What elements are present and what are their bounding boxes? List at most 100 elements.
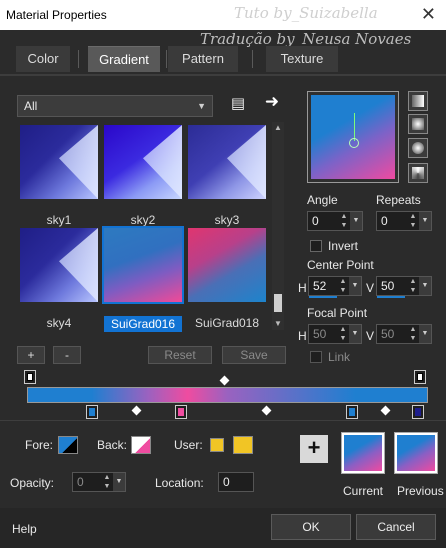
color-stop[interactable] <box>346 405 358 419</box>
style-sunburst-button[interactable] <box>408 163 428 183</box>
current-label: Current <box>343 484 384 498</box>
gradient-thumbnail <box>20 125 98 199</box>
link-checkbox[interactable] <box>310 351 322 363</box>
chevron-down-icon[interactable]: ▼ <box>419 325 431 343</box>
style-radial-button[interactable] <box>408 138 428 158</box>
category-select[interactable]: All ▼ <box>17 95 213 117</box>
tab-pattern[interactable]: Pattern <box>168 46 238 72</box>
gradient-thumbnail <box>104 228 182 302</box>
color-midpoint[interactable] <box>261 405 272 416</box>
opacity-stop[interactable] <box>24 370 36 384</box>
center-v-value: 50 <box>381 279 395 293</box>
color-stop[interactable] <box>175 405 187 419</box>
tab-divider <box>252 50 253 68</box>
gradient-label: SuiGrad016 <box>104 316 182 332</box>
focal-v-spinner[interactable]: ▲ ▼ <box>407 325 419 343</box>
gradient-swatch-sky4[interactable]: sky4 <box>20 228 98 330</box>
color-stop[interactable] <box>412 405 424 419</box>
scroll-up-icon[interactable]: ▲ <box>272 122 284 134</box>
center-h-spinner[interactable]: ▲ ▼ <box>337 277 349 295</box>
style-linear-button[interactable] <box>408 91 428 111</box>
focal-point-label: Focal Point <box>307 306 368 320</box>
angle-value: 0 <box>312 214 319 228</box>
arrow-right-icon[interactable]: ➜ <box>262 92 282 112</box>
tab-divider <box>166 50 167 68</box>
opacity-label: Opacity: <box>10 476 55 490</box>
chevron-down-icon[interactable]: ▼ <box>419 212 431 230</box>
gradient-thumbnail <box>188 228 266 302</box>
remove-gradient-button[interactable]: - <box>53 346 81 364</box>
gradient-thumbnail <box>20 228 98 302</box>
window-title: Material Properties <box>6 8 107 22</box>
color-midpoint[interactable] <box>380 405 391 416</box>
current-gradient <box>344 435 382 471</box>
focal-v-field[interactable]: 50 ▲ ▼ ▼ <box>376 324 432 344</box>
scroll-down-icon[interactable]: ▼ <box>272 318 284 330</box>
tab-gradient[interactable]: Gradient <box>88 46 160 72</box>
center-h-field[interactable]: 52 ▲ ▼ ▼ <box>308 276 362 298</box>
user-swatch[interactable] <box>233 436 253 454</box>
focal-h-spinner[interactable]: ▲ ▼ <box>337 325 349 343</box>
chevron-down-icon[interactable]: ▼ <box>349 277 361 295</box>
chevron-down-icon[interactable]: ▼ <box>419 277 431 295</box>
gradient-bar[interactable] <box>27 387 428 403</box>
close-icon[interactable]: ✕ <box>421 4 436 25</box>
angle-label: Angle <box>307 193 338 207</box>
color-midpoint[interactable] <box>131 405 142 416</box>
gradient-label: sky3 <box>214 213 240 227</box>
invert-checkbox[interactable] <box>310 240 322 252</box>
library-scrollbar[interactable]: ▲ ▼ <box>272 122 284 330</box>
user-label: User: <box>174 438 203 452</box>
opacity-midpoint[interactable] <box>219 375 230 386</box>
gradient-preview[interactable] <box>307 91 399 183</box>
chevron-down-icon[interactable]: ▼ <box>113 473 125 491</box>
style-rectangular-button[interactable] <box>408 114 428 134</box>
add-to-swatches-button[interactable]: + <box>300 435 328 463</box>
angle-field[interactable]: 0 ▲ ▼ ▼ <box>307 211 363 231</box>
focal-h-field[interactable]: 50 ▲ ▼ ▼ <box>308 324 362 344</box>
tab-texture[interactable]: Texture <box>266 46 338 72</box>
gradient-label: sky4 <box>46 316 72 330</box>
user-swatch-small[interactable] <box>210 438 224 452</box>
location-field[interactable]: 0 <box>218 472 254 492</box>
repeats-field[interactable]: 0 ▲ ▼ ▼ <box>376 211 432 231</box>
gradient-swatch-sky2[interactable]: sky2 <box>104 125 182 227</box>
reset-button[interactable]: Reset <box>148 346 212 364</box>
back-swatch[interactable] <box>131 436 151 454</box>
gradient-swatch-suigrad018[interactable]: SuiGrad018 <box>188 228 266 330</box>
sunburst-style-icon <box>412 167 424 179</box>
gradient-swatch-suigrad016[interactable]: SuiGrad016 <box>102 226 184 332</box>
back-label: Back: <box>97 438 128 452</box>
focal-v-value: 50 <box>381 327 395 341</box>
center-v-spinner[interactable]: ▲ ▼ <box>407 277 419 295</box>
previous-swatch[interactable] <box>394 432 438 474</box>
gradient-swatch-sky3[interactable]: sky3 <box>188 125 266 227</box>
center-v-label: V <box>366 281 375 295</box>
center-point-handle[interactable] <box>349 138 359 148</box>
gradient-swatch-sky1[interactable]: sky1 <box>20 125 98 227</box>
color-stop[interactable] <box>86 405 98 419</box>
center-v-field[interactable]: 50 ▲ ▼ ▼ <box>376 276 432 298</box>
cancel-button[interactable]: Cancel <box>356 514 436 540</box>
repeats-label: Repeats <box>376 193 421 207</box>
tab-color[interactable]: Color <box>16 46 70 72</box>
opacity-field[interactable]: 0 ▲ ▼ ▼ <box>72 472 126 492</box>
fore-color-icon <box>59 437 77 453</box>
add-gradient-button[interactable]: + <box>17 346 45 364</box>
chevron-down-icon[interactable]: ▼ <box>349 325 361 343</box>
gradient-label: sky1 <box>46 213 72 227</box>
preview-image <box>311 95 395 179</box>
fore-swatch[interactable] <box>58 436 78 454</box>
help-link[interactable]: Help <box>12 522 37 536</box>
repeats-spinner[interactable]: ▲ ▼ <box>407 212 419 230</box>
tab-strip: Color Gradient Pattern Texture <box>0 46 446 74</box>
chevron-down-icon[interactable]: ▼ <box>350 212 362 230</box>
document-icon[interactable]: ▤ <box>228 94 248 114</box>
save-button[interactable]: Save <box>222 346 286 364</box>
opacity-stop[interactable] <box>414 370 426 384</box>
dialog-footer: Help OK Cancel <box>0 508 446 548</box>
scroll-thumb[interactable] <box>274 294 282 312</box>
ok-button[interactable]: OK <box>271 514 351 540</box>
opacity-spinner[interactable]: ▲ ▼ <box>101 473 113 491</box>
angle-spinner[interactable]: ▲ ▼ <box>338 212 350 230</box>
